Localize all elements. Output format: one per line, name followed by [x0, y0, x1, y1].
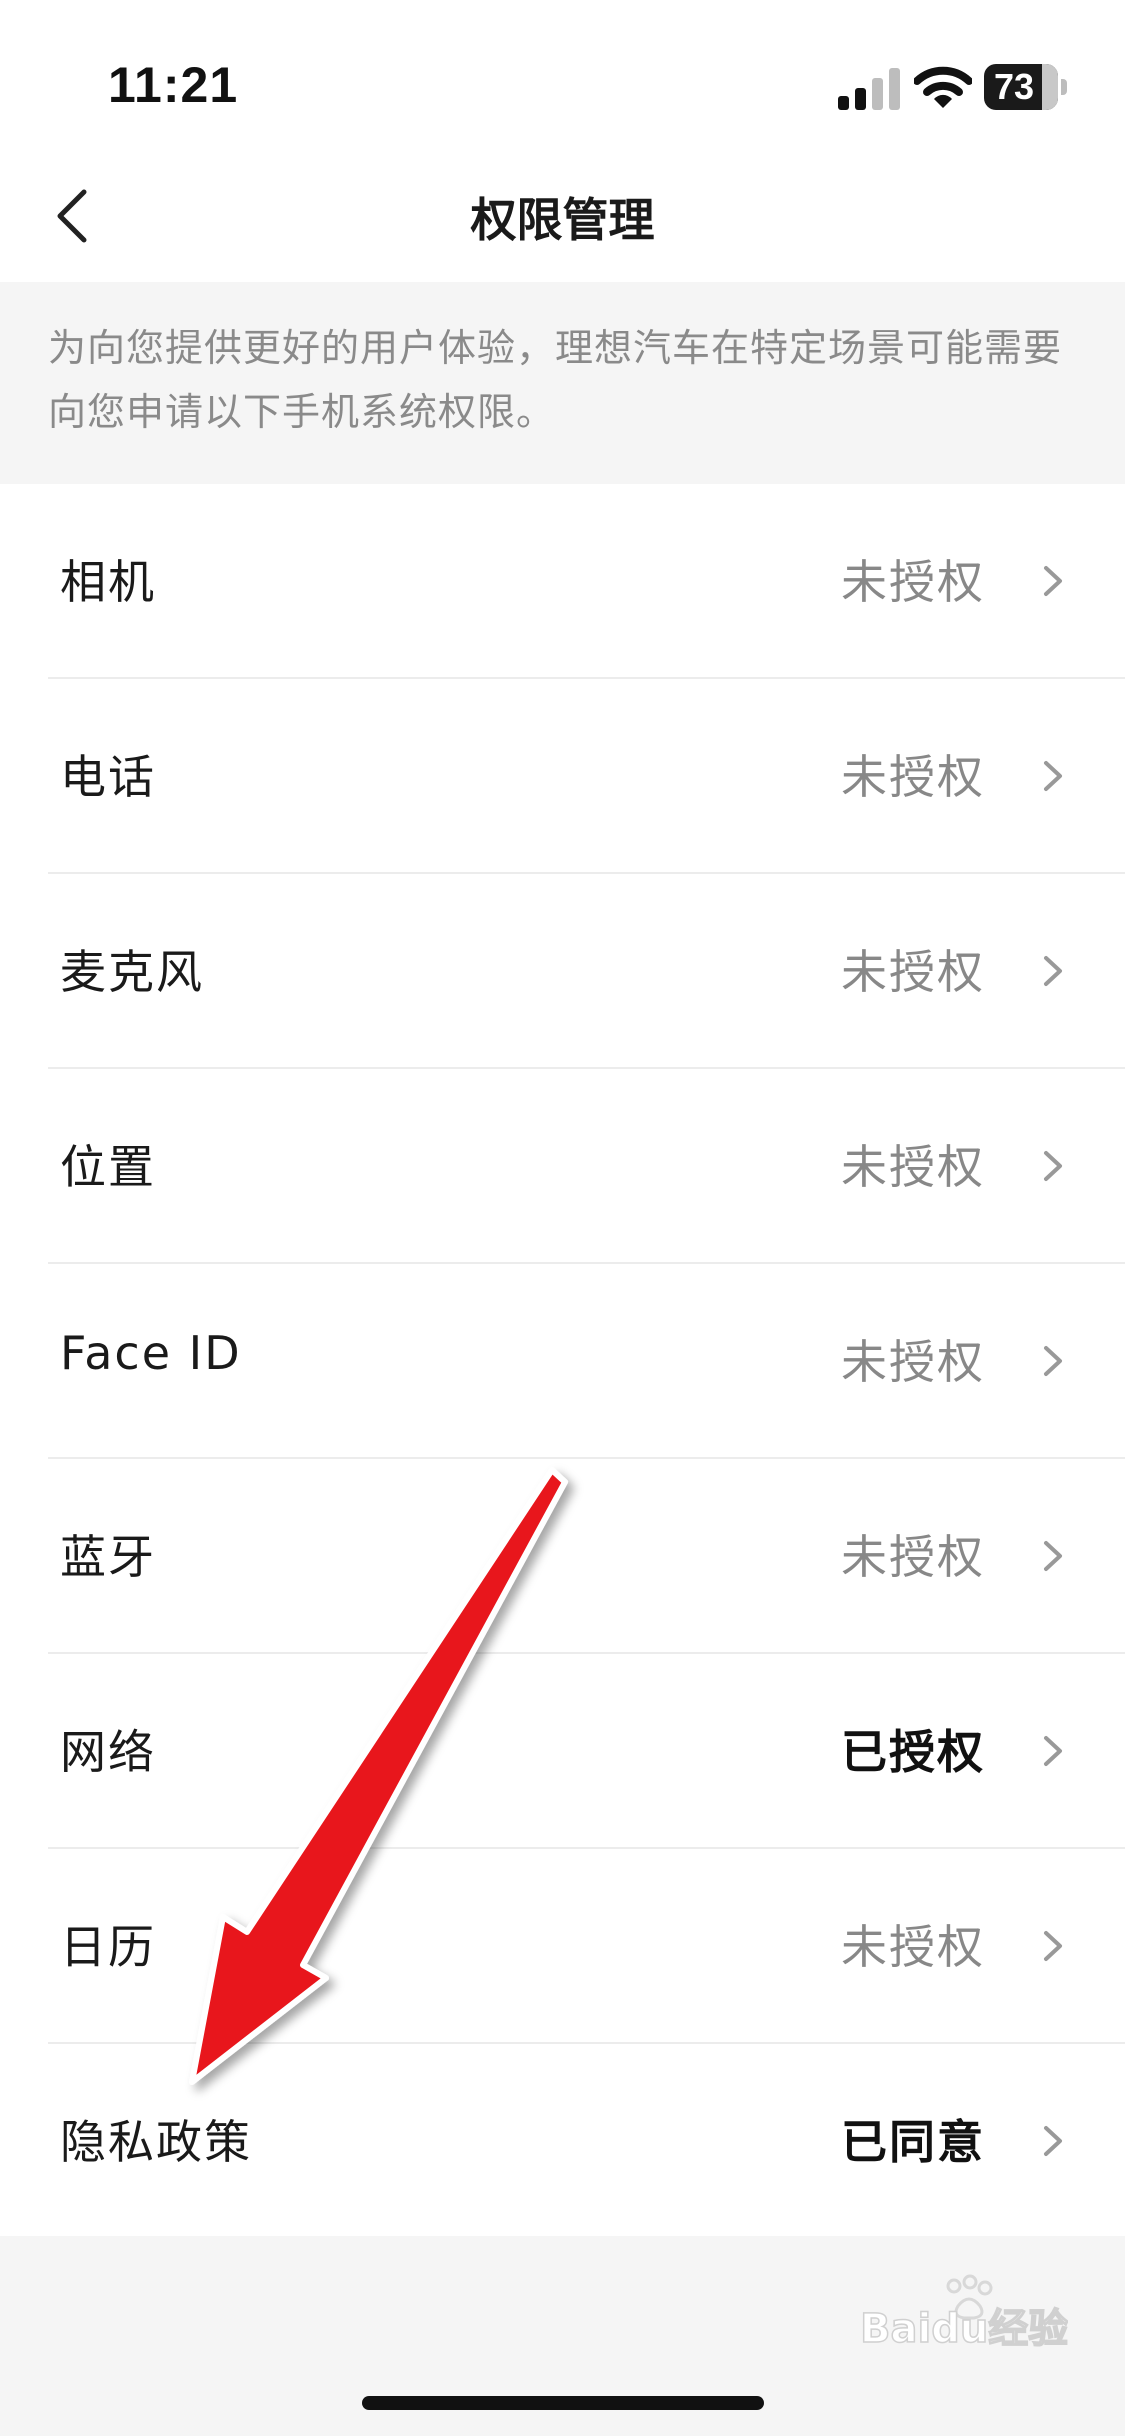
- permission-status: 未授权: [841, 1530, 985, 1584]
- permission-label: 相机: [60, 555, 156, 609]
- status-time: 11:21: [108, 57, 239, 113]
- permission-label: 麦克风: [60, 945, 204, 999]
- permission-label: 网络: [60, 1725, 156, 1779]
- chevron-right-icon: [1044, 1151, 1062, 1181]
- svg-text:Baidu经验: Baidu经验: [860, 2306, 1068, 2352]
- permission-description: 为向您提供更好的用户体验，理想汽车在特定场景可能需要向您申请以下手机系统权限。: [48, 326, 1063, 434]
- permission-row-calendar[interactable]: 日历 未授权: [0, 1849, 1125, 2044]
- cellular-signal-icon: [838, 68, 900, 110]
- page-title: 权限管理: [470, 193, 655, 247]
- chevron-right-icon: [1044, 1736, 1062, 1766]
- nav-bar: 权限管理: [0, 150, 1125, 282]
- permission-row-phone[interactable]: 电话 未授权: [0, 679, 1125, 874]
- permission-label: 电话: [60, 750, 156, 804]
- status-bar: 11:21 73: [0, 0, 1125, 150]
- permission-status: 未授权: [841, 1335, 985, 1389]
- permission-row-privacy-policy[interactable]: 隐私政策 已同意: [0, 2044, 1125, 2239]
- battery-level: 73: [993, 66, 1035, 107]
- permission-status: 未授权: [841, 555, 985, 609]
- permission-row-face-id[interactable]: Face ID 未授权: [0, 1264, 1125, 1459]
- chevron-right-icon: [1044, 1346, 1062, 1376]
- permission-label: 位置: [60, 1140, 156, 1194]
- chevron-right-icon: [1044, 2126, 1062, 2156]
- permission-row-network[interactable]: 网络 已授权: [0, 1654, 1125, 1849]
- baidu-watermark-logo: Baidu经验: [859, 2274, 1068, 2352]
- permission-row-location[interactable]: 位置 未授权: [0, 1069, 1125, 1264]
- chevron-right-icon: [1044, 566, 1062, 596]
- chevron-right-icon: [1044, 1931, 1062, 1961]
- permission-status: 未授权: [841, 945, 985, 999]
- permission-row-microphone[interactable]: 麦克风 未授权: [0, 874, 1125, 1069]
- home-indicator: [362, 2396, 764, 2410]
- permission-status: 未授权: [841, 1140, 985, 1194]
- permission-label: 日历: [60, 1920, 156, 1974]
- permission-label: 蓝牙: [60, 1530, 156, 1584]
- battery-icon: 73: [984, 64, 1068, 110]
- permission-list: 相机 未授权 电话 未授权 麦克风 未授权 位置 未授权 Face ID 未授权…: [0, 484, 1125, 2236]
- chevron-right-icon: [1044, 1541, 1062, 1571]
- permission-status: 未授权: [841, 1920, 985, 1974]
- permission-label: 隐私政策: [60, 2115, 252, 2169]
- permission-row-camera[interactable]: 相机 未授权: [0, 484, 1125, 679]
- permission-row-bluetooth[interactable]: 蓝牙 未授权: [0, 1459, 1125, 1654]
- permission-label: Face ID: [60, 1326, 242, 1380]
- permission-status: 已授权: [841, 1725, 985, 1779]
- wifi-icon: [914, 66, 972, 108]
- permission-status: 未授权: [841, 750, 985, 804]
- chevron-right-icon: [1044, 761, 1062, 791]
- permission-status: 已同意: [841, 2115, 985, 2169]
- chevron-right-icon: [1044, 956, 1062, 986]
